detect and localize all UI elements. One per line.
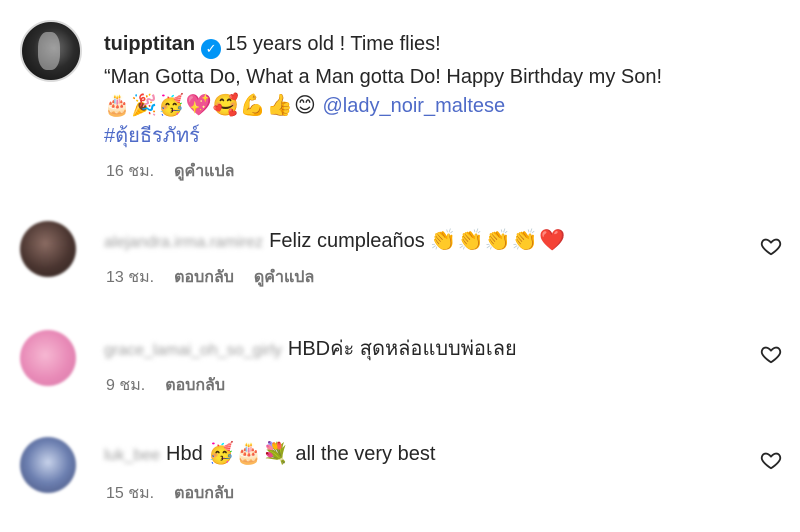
comment-time[interactable]: 13 ชม. (106, 268, 154, 288)
comment-row: alejandra.irma.ramirez Feliz cumpleaños 👏… (104, 228, 566, 256)
heart-icon[interactable] (760, 235, 782, 257)
caption-meta: 16 ชม. ดูคำแปล (106, 162, 234, 182)
caption-text-1: 15 years old ! Time flies! (225, 33, 441, 55)
comment-avatar[interactable] (20, 437, 76, 493)
comment-meta: 9 ชม. ตอบกลับ (106, 376, 225, 396)
comment-text-end: all the very best (295, 443, 436, 465)
comment-time[interactable]: 9 ชม. (106, 376, 145, 396)
caption-line-3: 🎂🎉🥳💖🥰💪👍😊 @lady_noir_maltese (104, 93, 505, 119)
author-avatar[interactable] (20, 20, 82, 82)
verified-badge-icon: ✓ (201, 39, 222, 59)
comment-emojis: 🥳🎂💐 (208, 442, 290, 465)
reply-button[interactable]: ตอบกลับ (174, 268, 234, 288)
mention-link[interactable]: @lady_noir_maltese (323, 95, 506, 117)
comment-text: HBDค่ะ สุดหล่อแบบพ่อเลย (287, 338, 517, 360)
caption-time[interactable]: 16 ชม. (106, 162, 154, 182)
comment-username[interactable]: grace_lamai_oh_so_girly (104, 338, 282, 364)
hashtag-link[interactable]: #ตุ้ยธีรภัทร์ (104, 125, 200, 147)
translate-button[interactable]: ดูคำแปล (254, 268, 314, 288)
comment-username[interactable]: alejandra.irma.ramirez (104, 230, 263, 256)
reply-button[interactable]: ตอบกลับ (165, 376, 225, 396)
reply-button[interactable]: ตอบกลับ (174, 484, 234, 504)
caption-line-2: “Man Gotta Do, What a Man gotta Do! Happ… (104, 66, 663, 88)
caption-line-4: #ตุ้ยธีรภัทร์ (104, 123, 200, 149)
comment-avatar[interactable] (20, 330, 76, 386)
comment-row: grace_lamai_oh_so_girly HBDค่ะ สุดหล่อแบบ… (104, 336, 517, 364)
heart-icon[interactable] (760, 449, 782, 471)
comment-row: luk_bee Hbd 🥳🎂💐 all the very best (104, 441, 435, 469)
comment-time[interactable]: 15 ชม. (106, 484, 154, 504)
caption-emojis: 🎂🎉🥳💖🥰💪👍😊 (104, 94, 317, 117)
caption-translate-button[interactable]: ดูคำแปล (174, 162, 234, 182)
comment-avatar[interactable] (20, 221, 76, 277)
comment-text: Hbd (166, 443, 203, 465)
caption-line-1: tuipptitan ✓ 15 years old ! Time flies! (104, 31, 441, 59)
comment-meta: 15 ชม. ตอบกลับ (106, 484, 234, 504)
heart-icon[interactable] (760, 343, 782, 365)
comment-username[interactable]: luk_bee (104, 443, 160, 469)
author-username[interactable]: tuipptitan (104, 33, 195, 55)
comment-meta: 13 ชม. ตอบกลับ ดูคำแปล (106, 268, 314, 288)
comment-emojis: 👏👏👏👏❤️ (430, 229, 567, 252)
comment-text: Feliz cumpleaños (269, 230, 425, 252)
